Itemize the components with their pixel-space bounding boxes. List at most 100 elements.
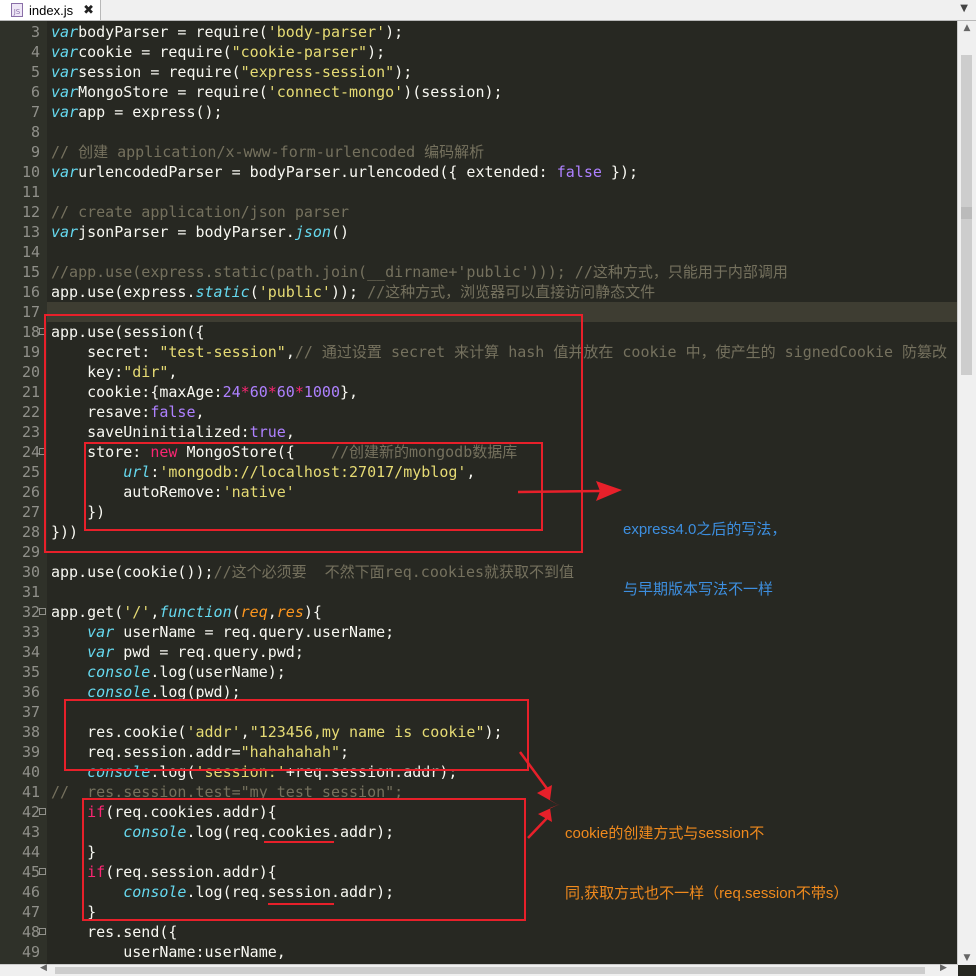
code-line[interactable]: 25 url:'mongodb://localhost:27017/myblog… (0, 462, 958, 482)
code-line[interactable]: 23 saveUninitialized:true, (0, 422, 958, 442)
scroll-up-icon[interactable]: ▲ (958, 23, 976, 33)
code-token: * (267, 383, 277, 401)
fold-toggle-icon[interactable] (39, 928, 46, 935)
code-token: //app.use(express.static(path.join(__dir… (51, 263, 788, 281)
code-line[interactable]: 14 (0, 242, 958, 262)
code-token: res.cookie( (51, 723, 187, 741)
code-line[interactable]: 32 app.get('/',function(req,res){ (0, 602, 958, 622)
code-token: * (240, 383, 250, 401)
code-line[interactable]: 24 store: new MongoStore({ //创建新的mongodb… (0, 442, 958, 462)
code-text: // create application/json parser (51, 202, 349, 222)
code-line[interactable]: 29 (0, 542, 958, 562)
code-token: , (285, 423, 295, 441)
code-text: var pwd = req.query.pwd; (51, 642, 304, 662)
code-token: saveUninitialized: (51, 423, 250, 441)
code-line[interactable]: 19 secret: "test-session",// 通过设置 secret… (0, 342, 958, 362)
code-token: , (285, 343, 295, 361)
code-line[interactable]: 48 res.send({ (0, 922, 958, 942)
scroll-down-icon[interactable]: ▼ (958, 953, 976, 963)
code-text: varurlencodedParser = bodyParser.urlenco… (51, 162, 638, 182)
code-line[interactable]: 40 console.log('session:'+req.session.ad… (0, 762, 958, 782)
code-token: var (51, 43, 79, 61)
fold-toggle-icon[interactable] (39, 608, 46, 615)
code-token: true (249, 423, 286, 441)
code-line[interactable]: 39 req.session.addr="hahahahah"; (0, 742, 958, 762)
js-file-icon: JS (11, 3, 23, 17)
code-text: secret: "test-session",// 通过设置 secret 来计… (51, 342, 947, 362)
code-line[interactable]: 10 varurlencodedParser = bodyParser.urlen… (0, 162, 958, 182)
code-token: false (556, 163, 602, 181)
code-token: pwd = req.query.pwd; (114, 643, 304, 661)
code-token: "test-session" (159, 343, 286, 361)
code-line[interactable]: 20 key:"dir", (0, 362, 958, 382)
code-line[interactable]: 31 (0, 582, 958, 602)
code-text: saveUninitialized:true, (51, 422, 295, 442)
code-token: app.use(cookie()); (51, 563, 214, 581)
code-line[interactable]: 34 var pwd = req.query.pwd; (0, 642, 958, 662)
code-token: , (267, 603, 277, 621)
code-line[interactable]: 30 app.use(cookie());//这个必须要 不然下面req.cook… (0, 562, 958, 582)
code-token: session = require( (78, 63, 241, 81)
code-line[interactable]: 35 console.log(userName); (0, 662, 958, 682)
code-line[interactable]: 27 }) (0, 502, 958, 522)
code-token: cookie:{maxAge: (51, 383, 223, 401)
code-token: var (51, 23, 79, 41)
code-text: varMongoStore = require('connect-mongo')… (51, 82, 503, 102)
code-line[interactable]: 49 userName:userName, (0, 942, 958, 962)
tab-index-js[interactable]: JS index.js ✖ (0, 0, 101, 20)
code-line[interactable]: 38 res.cookie('addr',"123456,my name is … (0, 722, 958, 742)
code-text: }) (51, 502, 105, 522)
code-line[interactable]: 6 varMongoStore = require('connect-mongo'… (0, 82, 958, 102)
fold-toggle-icon[interactable] (39, 808, 46, 815)
code-text: // res.session.test="my test session"; (51, 782, 403, 802)
code-line[interactable]: 11 (0, 182, 958, 202)
scroll-left-icon[interactable]: ◀ (40, 963, 47, 973)
horizontal-scroll-thumb[interactable] (55, 967, 925, 974)
code-line[interactable]: 37 (0, 702, 958, 722)
code-token: secret: (51, 343, 160, 361)
code-line[interactable]: 18 app.use(session({ (0, 322, 958, 342)
code-token: '/' (123, 603, 151, 621)
code-line[interactable]: 3 varbodyParser = require('body-parser'); (0, 22, 958, 42)
line-number: 40 (21, 763, 40, 781)
scroll-right-icon[interactable]: ▶ (940, 963, 947, 973)
code-token: res.send({ (51, 923, 178, 941)
code-token: 'body-parser' (267, 23, 386, 41)
code-line[interactable]: 13 varjsonParser = bodyParser.json() (0, 222, 958, 242)
code-text: //app.use(express.static(path.join(__dir… (51, 262, 788, 282)
session-underline (268, 903, 334, 905)
fold-toggle-icon[interactable] (39, 868, 46, 875)
code-line[interactable]: 22 resave:false, (0, 402, 958, 422)
code-token: , (168, 363, 178, 381)
code-text: res.cookie('addr',"123456,my name is coo… (51, 722, 502, 742)
horizontal-scrollbar[interactable]: ◀ ▶ (0, 963, 958, 976)
code-line[interactable]: 33 var userName = req.query.userName; (0, 622, 958, 642)
line-number: 30 (21, 563, 40, 581)
line-number: 6 (30, 83, 40, 101)
code-text: console.log('session:'+req.session.addr)… (51, 762, 457, 782)
code-token: "dir" (123, 363, 169, 381)
code-line[interactable]: 7 varapp = express(); (0, 102, 958, 122)
code-line[interactable]: 21 cookie:{maxAge:24*60*60*1000}, (0, 382, 958, 402)
code-line[interactable]: 16 app.use(express.static('public')); //这… (0, 282, 958, 302)
code-token: var (51, 63, 79, 81)
line-number: 44 (21, 843, 40, 861)
code-line[interactable]: 26 autoRemove:'native' (0, 482, 958, 502)
code-line[interactable]: 4 varcookie = require("cookie-parser"); (0, 42, 958, 62)
line-number: 24 (21, 443, 40, 461)
code-line[interactable]: 5 varsession = require("express-session")… (0, 62, 958, 82)
chevron-down-icon[interactable]: ▼ (960, 3, 968, 14)
code-line[interactable]: 8 (0, 122, 958, 142)
fold-toggle-icon[interactable] (39, 328, 46, 335)
fold-toggle-icon[interactable] (39, 448, 46, 455)
code-line[interactable]: 17 (0, 302, 958, 322)
close-icon[interactable]: ✖ (83, 3, 94, 18)
code-line[interactable]: 28})) (0, 522, 958, 542)
code-line[interactable]: 12 // create application/json parser (0, 202, 958, 222)
code-line[interactable]: 36 console.log(pwd); (0, 682, 958, 702)
code-line[interactable]: 9 // 创建 application/x-www-form-urlencoded… (0, 142, 958, 162)
code-text: console.log(req.session.addr); (51, 882, 394, 902)
code-line[interactable]: 15 //app.use(express.static(path.join(__d… (0, 262, 958, 282)
vertical-scrollbar[interactable]: ▲ ▼ (957, 21, 976, 965)
